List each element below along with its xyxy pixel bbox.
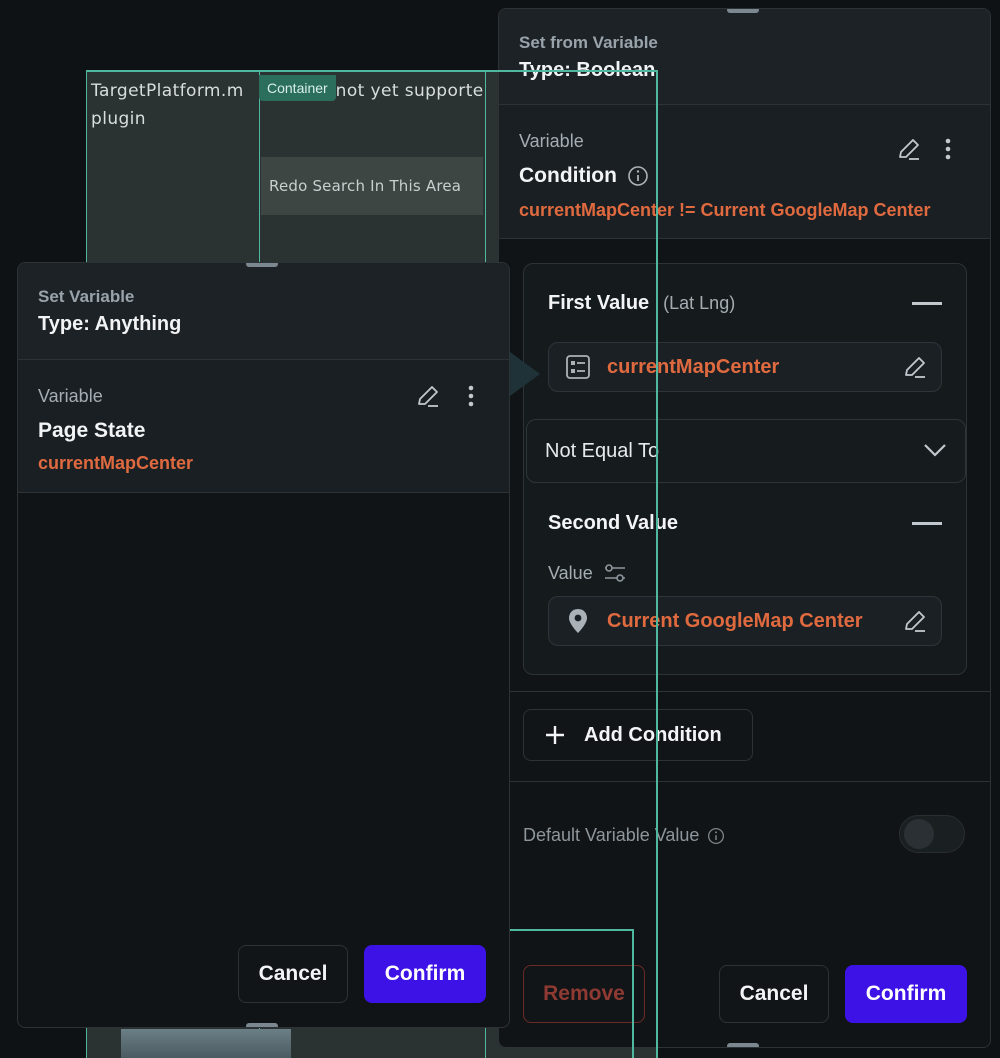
cancel-button[interactable]: Cancel (238, 945, 348, 1003)
default-value-row: Default Variable Value (523, 825, 725, 846)
page-state-variable-section[interactable]: Variable Page State currentMapCenter (18, 360, 509, 493)
bottom-drag-handle[interactable] (727, 1043, 759, 1047)
operator-value: Not Equal To (545, 439, 660, 462)
map-image-preview (121, 1029, 291, 1058)
first-value-text: currentMapCenter (607, 355, 780, 378)
set-variable-panel: Set Variable Type: Anything Variable Pag… (17, 262, 510, 1028)
chevron-down-icon (923, 442, 947, 458)
panel-header: Set Variable Type: Anything (18, 263, 509, 360)
operator-dropdown[interactable]: Not Equal To (526, 419, 966, 483)
edit-icon[interactable] (414, 382, 442, 410)
edit-icon[interactable] (895, 135, 923, 163)
redo-search-button[interactable]: Redo Search In This Area (261, 157, 483, 215)
remove-button[interactable]: Remove (523, 965, 645, 1023)
divider (499, 691, 990, 692)
table-icon (565, 354, 591, 380)
panel-subtitle: Set from Variable (519, 33, 658, 52)
cancel-button[interactable]: Cancel (719, 965, 829, 1023)
condition-title: Condition (519, 164, 617, 187)
variable-name: currentMapCenter (38, 453, 194, 473)
selection-outline-inner-right (632, 929, 634, 1058)
second-value-text: Current GoogleMap Center (607, 609, 863, 632)
selection-outline-top-edge (86, 70, 658, 72)
value-label: Value (548, 562, 593, 583)
connector-arrow (510, 352, 540, 396)
confirm-button[interactable]: Confirm (845, 965, 967, 1023)
minus-icon[interactable] (912, 522, 942, 526)
value-source-row: Value (548, 562, 627, 584)
info-icon[interactable] (707, 827, 725, 845)
set-from-variable-panel: Set from Variable Type: Boolean Variable… (498, 8, 991, 1048)
confirm-button[interactable]: Confirm (364, 945, 486, 1003)
condition-expression: currentMapCenter != Current GoogleMap Ce… (519, 200, 931, 220)
selection-outline-inner-top (510, 929, 634, 931)
first-value-type: (Lat Lng) (663, 293, 736, 313)
condition-title-row: Condition (519, 164, 990, 188)
minus-icon[interactable] (912, 302, 942, 306)
edit-icon[interactable] (901, 353, 929, 381)
sliders-icon[interactable] (603, 562, 627, 584)
first-value-field[interactable]: currentMapCenter (548, 342, 942, 392)
first-value-header: First Value (Lat Lng) (548, 292, 735, 315)
variable-type: Page State (38, 419, 146, 442)
default-value-label: Default Variable Value (523, 825, 700, 845)
top-drag-handle[interactable] (727, 9, 759, 13)
panel-title: Type: Anything (38, 313, 182, 335)
divider (499, 781, 990, 782)
container-tag[interactable]: Container (259, 75, 336, 101)
add-condition-button[interactable]: Add Condition (523, 709, 753, 761)
bottom-drag-handle[interactable] (246, 1023, 278, 1027)
add-condition-label: Add Condition (584, 723, 722, 746)
panel-subtitle: Set Variable (38, 287, 135, 306)
more-vert-icon[interactable] (466, 384, 476, 408)
plus-icon (544, 724, 566, 746)
second-value-label: Second Value (548, 512, 679, 534)
selection-outline-right-edge (656, 70, 658, 1058)
first-value-label: First Value (548, 292, 650, 314)
condition-card: First Value (Lat Lng) currentMapCenter N… (523, 263, 967, 675)
toggle-knob (904, 819, 934, 849)
edit-icon[interactable] (901, 607, 929, 635)
info-icon[interactable] (627, 165, 649, 187)
condition-variable-section[interactable]: Variable Condition currentMapCenter != C… (499, 105, 990, 239)
second-value-field[interactable]: Current GoogleMap Center (548, 596, 942, 646)
top-drag-handle[interactable] (246, 263, 278, 267)
more-vert-icon[interactable] (943, 137, 953, 161)
panel-header: Set from Variable Type: Boolean (499, 9, 990, 105)
location-pin-icon (567, 608, 589, 634)
default-value-toggle[interactable] (899, 815, 965, 853)
